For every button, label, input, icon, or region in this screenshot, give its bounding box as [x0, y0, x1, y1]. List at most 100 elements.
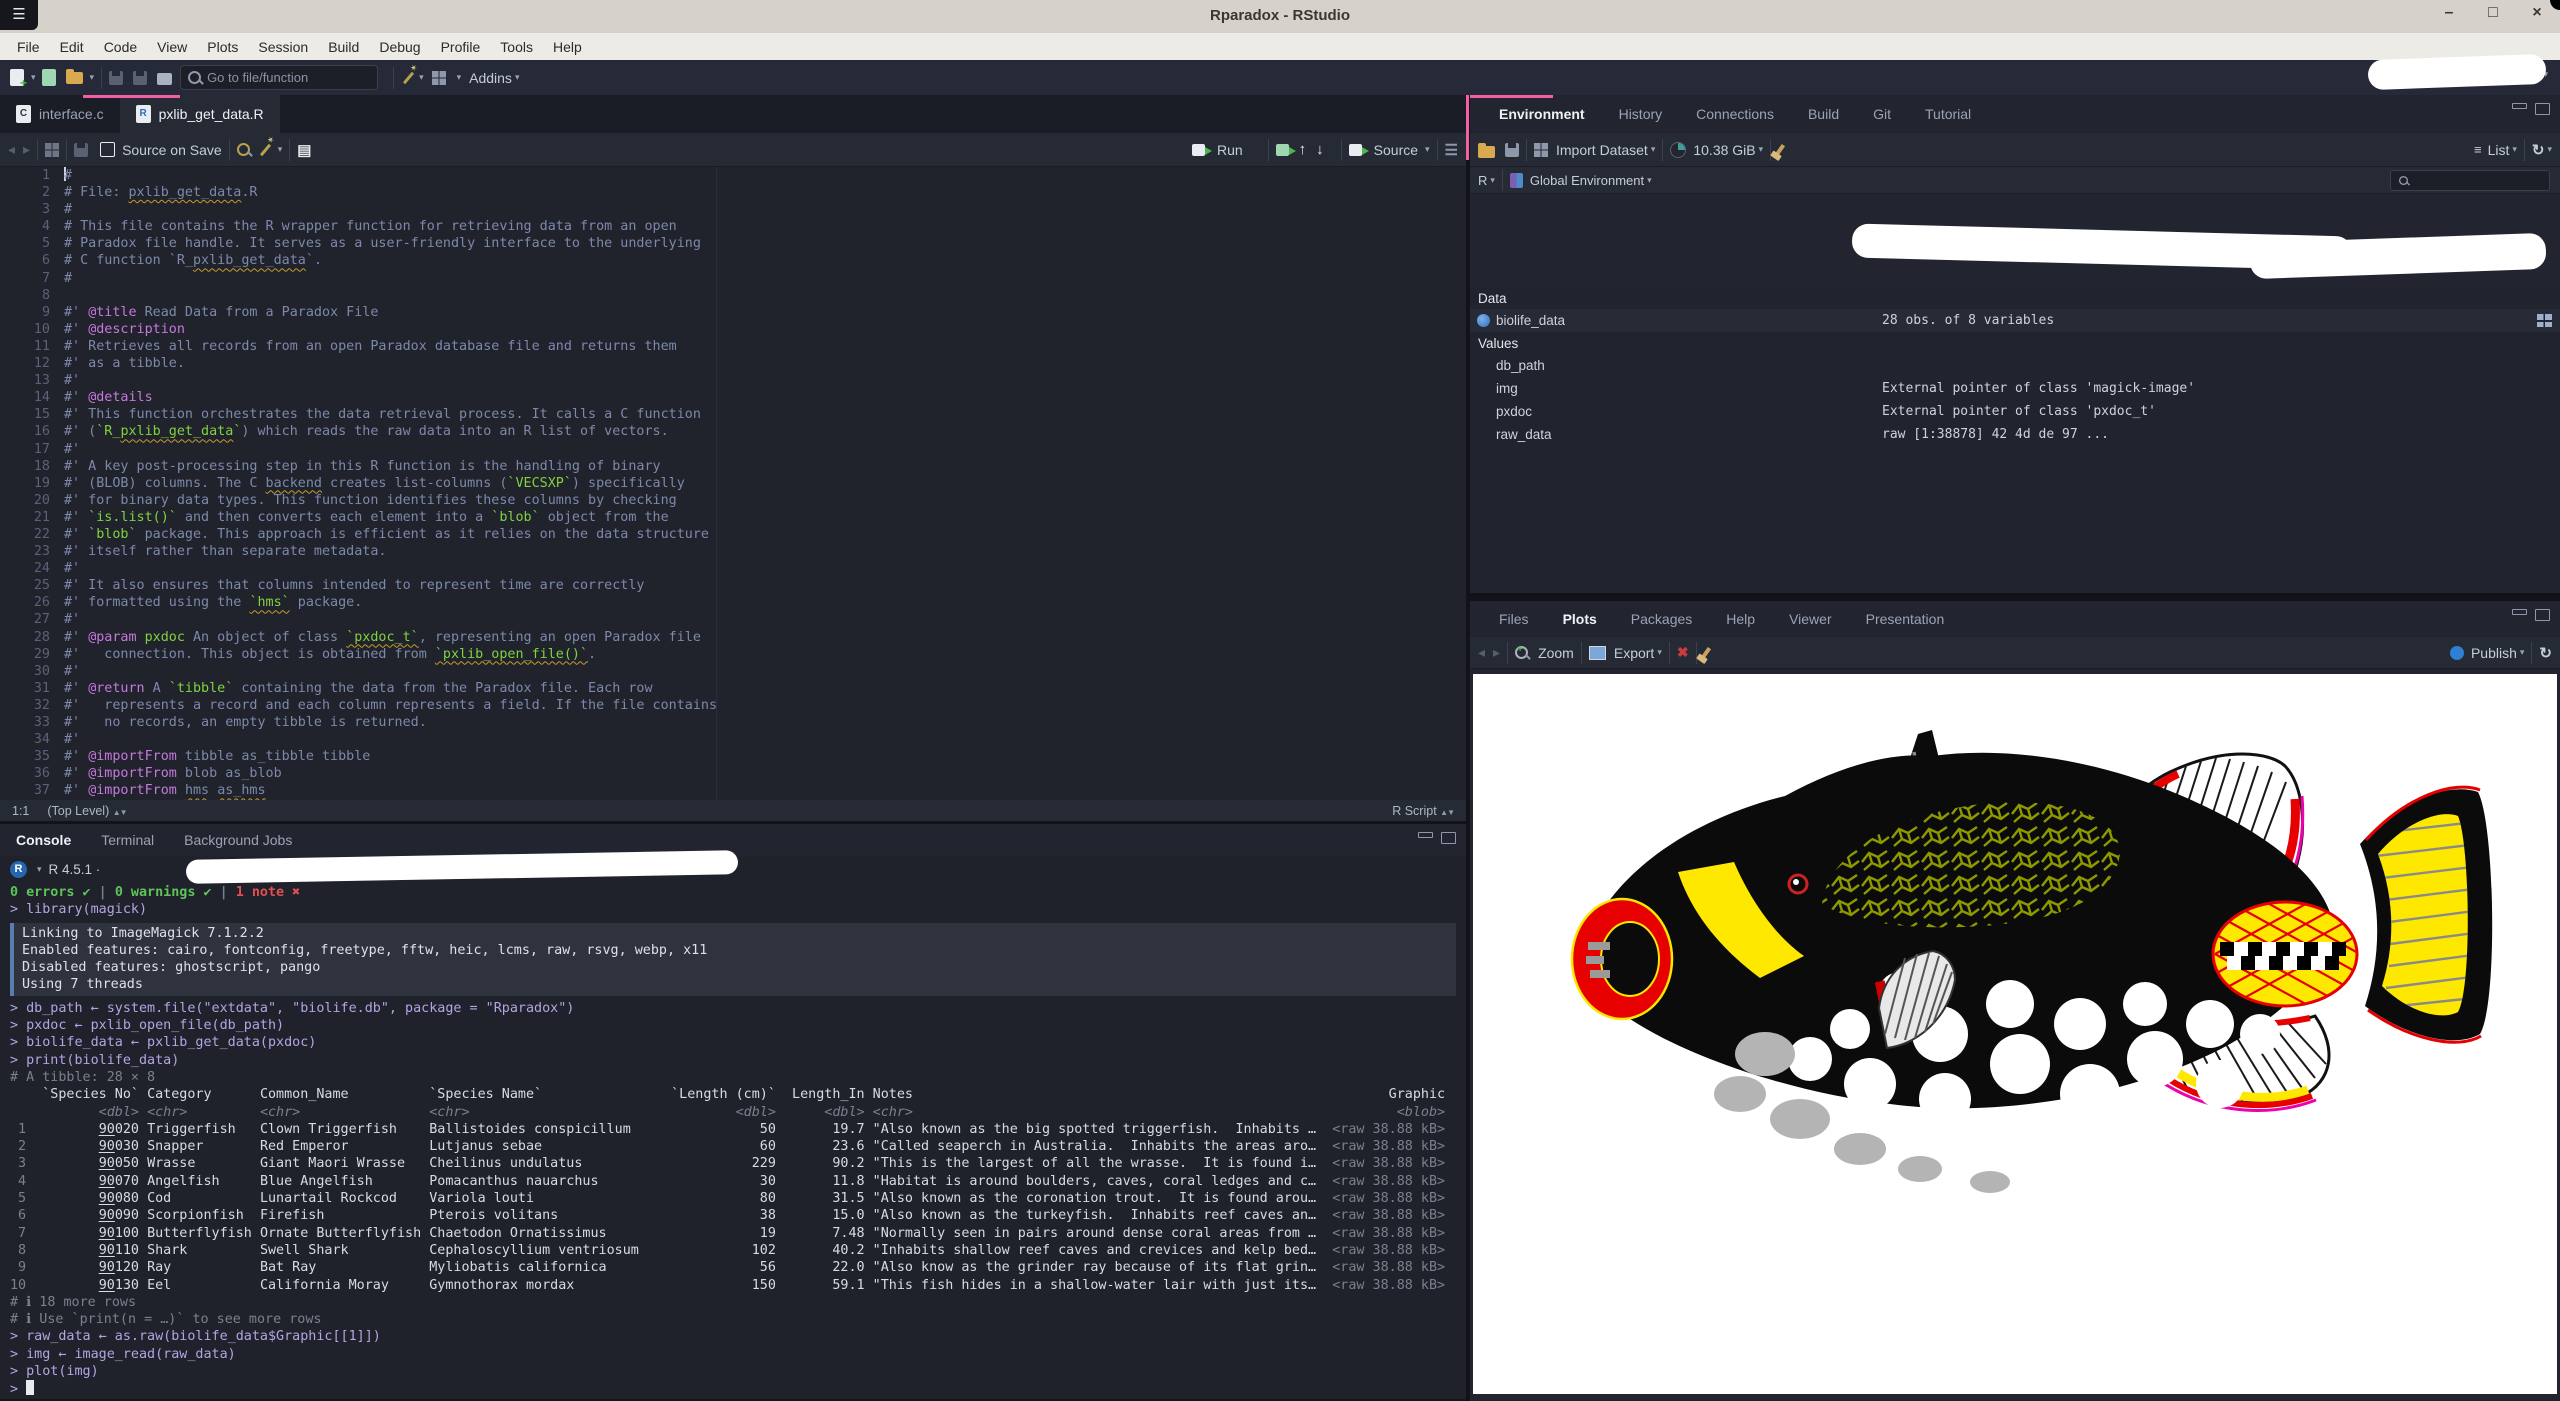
menu-tools[interactable]: Tools [491, 36, 542, 58]
tools-icon[interactable] [403, 71, 414, 84]
code-line: 15#' This function orchestrates the data… [0, 406, 1466, 423]
menu-help[interactable]: Help [544, 36, 591, 58]
global-environment-selector[interactable]: Global Environment [1530, 173, 1644, 188]
menu-code[interactable]: Code [95, 36, 146, 58]
menu-file[interactable]: File [8, 36, 49, 58]
code-editor[interactable]: 1#2# File: pxlib_get_data.R3#4# This fil… [0, 167, 1466, 800]
console-tab-background-jobs[interactable]: Background Jobs [184, 832, 292, 848]
run-button[interactable]: Run [1217, 142, 1243, 158]
editor-tab-interface.c[interactable]: Cinterface.c [0, 95, 120, 133]
source-on-save-checkbox[interactable] [100, 142, 115, 157]
minimize-pane-icon[interactable] [2512, 609, 2527, 615]
memory-usage-label[interactable]: 10.38 GiB [1693, 142, 1755, 158]
console-line: > print(biolife_data) [10, 1052, 1466, 1069]
editor-tab-pxlib_get_data.R[interactable]: Rpxlib_get_data.R [120, 95, 280, 133]
run-down-icon[interactable]: ↓ [1316, 141, 1324, 158]
plots-tab-help[interactable]: Help [1711, 605, 1770, 633]
import-dataset-icon[interactable] [1534, 143, 1548, 157]
menu-plots[interactable]: Plots [198, 36, 247, 58]
minimize-pane-icon[interactable] [2512, 103, 2527, 109]
menu-debug[interactable]: Debug [370, 36, 429, 58]
goto-file-input[interactable]: Go to file/function [180, 65, 378, 90]
maximize-pane-icon[interactable] [1441, 832, 1456, 844]
refresh-icon[interactable]: ↻ [2532, 141, 2545, 159]
plots-tab-presentation[interactable]: Presentation [1851, 605, 1960, 633]
environment-object-pxdoc[interactable]: pxdocExternal pointer of class 'pxdoc_t' [1470, 400, 2560, 423]
compile-report-icon[interactable]: ▤ [297, 141, 311, 159]
view-table-icon[interactable] [2537, 314, 2552, 327]
filetype-selector[interactable]: R Script ▲▼ [1392, 804, 1454, 818]
new-file-icon[interactable] [10, 69, 24, 86]
save-workspace-icon[interactable] [1505, 143, 1519, 157]
language-selector[interactable]: R [1478, 173, 1487, 188]
remove-plot-icon[interactable]: ✖ [1677, 644, 1689, 661]
new-project-icon[interactable] [42, 69, 56, 86]
load-workspace-icon[interactable] [1478, 146, 1495, 158]
plots-tab-files[interactable]: Files [1484, 605, 1544, 633]
maximize-pane-icon[interactable] [2535, 103, 2550, 115]
popout-icon[interactable] [45, 143, 59, 157]
menu-profile[interactable]: Profile [432, 36, 490, 58]
r-logo-icon[interactable]: R [10, 861, 27, 878]
save-all-icon[interactable] [133, 71, 147, 85]
plots-tab-packages[interactable]: Packages [1616, 605, 1707, 633]
print-icon[interactable] [157, 73, 172, 85]
environment-tab-connections[interactable]: Connections [1681, 100, 1789, 128]
next-plot-icon[interactable]: ▸ [1493, 644, 1500, 661]
forward-icon[interactable]: ▸ [23, 141, 30, 158]
clear-objects-icon[interactable] [1775, 143, 1785, 155]
environment-tab-build[interactable]: Build [1793, 100, 1854, 128]
zoom-button[interactable]: Zoom [1538, 645, 1574, 661]
environment-object-db_path[interactable]: db_path [1470, 354, 2560, 377]
save-file-icon[interactable] [74, 143, 88, 157]
addins-button[interactable]: Addins [469, 70, 512, 86]
list-view-icon[interactable]: ≡ [2474, 142, 2482, 157]
source-icon[interactable] [1349, 144, 1362, 156]
save-icon[interactable] [109, 71, 123, 85]
minimize-pane-icon[interactable] [1418, 832, 1433, 838]
document-outline-icon[interactable]: ☰ [1445, 141, 1458, 159]
environment-tab-environment[interactable]: Environment [1484, 100, 1600, 128]
source-button[interactable]: Source [1374, 142, 1418, 158]
environment-object-img[interactable]: imgExternal pointer of class 'magick-ima… [1470, 377, 2560, 400]
workspace-panes-icon[interactable] [432, 71, 446, 85]
close-button[interactable]: × [2528, 4, 2546, 22]
environment-object-raw_data[interactable]: raw_dataraw [1:38878] 42 4d de 97 ... [1470, 423, 2560, 446]
environment-object-biolife_data[interactable]: biolife_data28 obs. of 8 variables [1470, 309, 2560, 332]
menu-session[interactable]: Session [249, 36, 317, 58]
menu-view[interactable]: View [148, 36, 196, 58]
menu-build[interactable]: Build [319, 36, 368, 58]
run-up-icon[interactable]: ↑ [1299, 141, 1307, 158]
pane-divider[interactable] [1470, 593, 2560, 601]
open-file-icon[interactable] [66, 72, 83, 84]
environment-search-input[interactable] [2390, 170, 2550, 191]
environment-tab-git[interactable]: Git [1858, 100, 1906, 128]
minimize-button[interactable]: – [2440, 4, 2458, 22]
find-icon[interactable] [237, 143, 250, 156]
code-tools-icon[interactable] [260, 143, 271, 156]
back-icon[interactable]: ◂ [8, 141, 15, 158]
menu-edit[interactable]: Edit [51, 36, 93, 58]
clear-plots-icon[interactable] [1701, 646, 1711, 658]
previous-plot-icon[interactable]: ◂ [1478, 644, 1485, 661]
plots-tab-plots[interactable]: Plots [1548, 605, 1612, 633]
maximize-button[interactable]: □ [2484, 4, 2502, 22]
run-icon[interactable] [1192, 144, 1205, 156]
export-button[interactable]: Export [1614, 645, 1654, 661]
console-prompt[interactable]: > [10, 1380, 1466, 1398]
list-view-button[interactable]: List [2488, 142, 2510, 158]
environment-tab-tutorial[interactable]: Tutorial [1910, 100, 1986, 128]
environment-tab-history[interactable]: History [1604, 100, 1678, 128]
scope-selector[interactable]: (Top Level) ▲▼ [47, 804, 126, 818]
console-tab-terminal[interactable]: Terminal [101, 832, 154, 848]
maximize-pane-icon[interactable] [2535, 609, 2550, 621]
plots-tab-viewer[interactable]: Viewer [1774, 605, 1847, 633]
console-output[interactable]: 0 errors ✔ | 0 warnings ✔ | 1 note ✖> li… [0, 882, 1466, 1399]
zoom-plot-icon[interactable] [1515, 646, 1528, 659]
console-tab-console[interactable]: Console [16, 832, 71, 848]
rerun-icon[interactable] [1276, 144, 1289, 156]
import-dataset-button[interactable]: Import Dataset [1556, 142, 1648, 158]
publish-button[interactable]: Publish [2471, 645, 2517, 661]
refresh-plot-icon[interactable]: ↻ [2539, 644, 2552, 662]
censor-scribble [2368, 54, 2547, 90]
